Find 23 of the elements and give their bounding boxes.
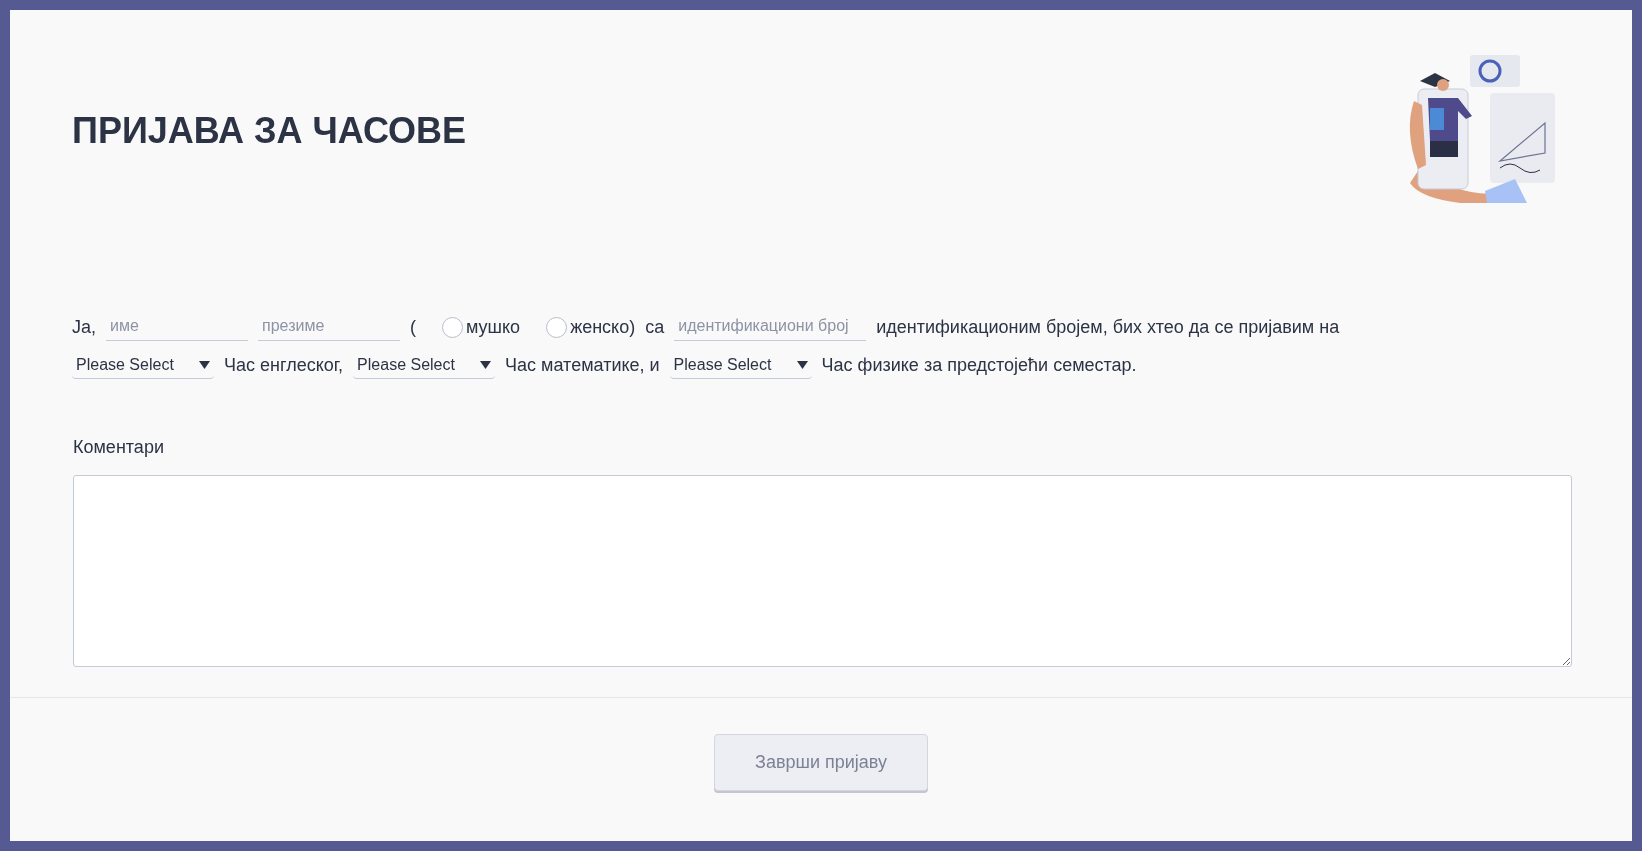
caret-icon	[480, 360, 492, 369]
sentence-text: идентификационим бројем, бих хтео да се пријавим на	[876, 316, 1340, 339]
dropdown-select[interactable]: Please Select	[669, 351, 812, 379]
sentence-text: Час енглеског,	[224, 354, 344, 377]
radio-option[interactable]: мушко	[442, 314, 521, 341]
text-input[interactable]: презиме	[258, 311, 400, 341]
sentence-text: Час физике за предстојећи семестар.	[821, 354, 1137, 377]
radio-label: мушко	[466, 316, 521, 339]
dropdown-select[interactable]: Please Select	[353, 351, 496, 379]
comments-textarea[interactable]	[73, 475, 1572, 667]
text-input[interactable]: име	[106, 311, 248, 341]
comments-label: Коментари	[73, 436, 165, 459]
text-input[interactable]: идентификациони број	[674, 311, 867, 341]
dropdown-select[interactable]: Please Select	[72, 351, 214, 379]
radio-label: женско)	[570, 316, 636, 339]
radio-option[interactable]: женско)	[546, 314, 636, 341]
caret-icon	[199, 360, 210, 369]
sentence-text: Час математике, и	[505, 354, 660, 377]
sentence-text: Ја,	[72, 316, 96, 339]
caret-icon	[796, 360, 808, 369]
sentence-text: (	[410, 316, 416, 339]
form-title: ПРИЈАВА ЗА ЧАСОВЕ	[72, 109, 467, 153]
sentence-text: са	[645, 316, 665, 339]
